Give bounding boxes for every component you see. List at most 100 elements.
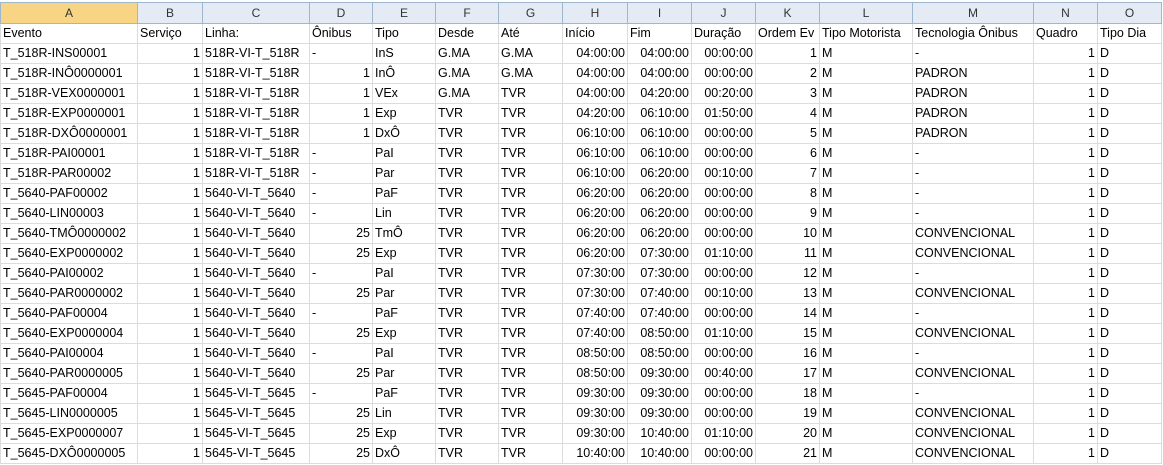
table-cell[interactable]: 5645-VI-T_5645	[202, 443, 310, 464]
table-cell[interactable]: 25	[309, 443, 373, 464]
table-cell[interactable]: PADRON	[912, 123, 1034, 144]
table-cell[interactable]: 5640-VI-T_5640	[202, 263, 310, 284]
table-cell[interactable]: 518R-VI-T_518R	[202, 43, 310, 64]
table-cell[interactable]: 09:30:00	[627, 363, 692, 384]
table-cell[interactable]: CONVENCIONAL	[912, 443, 1034, 464]
table-cell[interactable]: -	[309, 263, 373, 284]
table-cell[interactable]: -	[309, 383, 373, 404]
table-cell[interactable]: D	[1097, 363, 1162, 384]
table-cell[interactable]: 5	[755, 123, 820, 144]
table-cell[interactable]: Par	[372, 163, 436, 184]
table-cell[interactable]: 1	[1033, 343, 1098, 364]
table-cell[interactable]: 00:00:00	[691, 223, 756, 244]
table-cell[interactable]: T_518R-PAI00001	[0, 143, 138, 164]
table-cell[interactable]: T_5645-PAF00004	[0, 383, 138, 404]
table-cell[interactable]: 04:00:00	[627, 43, 692, 64]
header-cell[interactable]: Tipo Motorista	[819, 23, 913, 44]
table-cell[interactable]: CONVENCIONAL	[912, 423, 1034, 444]
table-cell[interactable]: 06:20:00	[627, 203, 692, 224]
table-cell[interactable]: TVR	[435, 383, 499, 404]
table-cell[interactable]: 1	[1033, 203, 1098, 224]
table-cell[interactable]: 1	[1033, 163, 1098, 184]
table-cell[interactable]: 04:20:00	[562, 103, 628, 124]
table-cell[interactable]: M	[819, 63, 913, 84]
column-header-h[interactable]: H	[562, 2, 628, 24]
table-cell[interactable]: TVR	[498, 423, 563, 444]
table-cell[interactable]: Exp	[372, 423, 436, 444]
table-cell[interactable]: -	[912, 343, 1034, 364]
table-cell[interactable]: 518R-VI-T_518R	[202, 63, 310, 84]
table-cell[interactable]: TVR	[498, 243, 563, 264]
table-cell[interactable]: D	[1097, 43, 1162, 64]
table-cell[interactable]: -	[912, 43, 1034, 64]
table-cell[interactable]: 19	[755, 403, 820, 424]
table-cell[interactable]: M	[819, 263, 913, 284]
table-cell[interactable]: 1	[1033, 223, 1098, 244]
table-cell[interactable]: M	[819, 203, 913, 224]
column-header-e[interactable]: E	[372, 2, 436, 24]
table-cell[interactable]: D	[1097, 63, 1162, 84]
table-cell[interactable]: 10:40:00	[562, 443, 628, 464]
column-header-j[interactable]: J	[691, 2, 756, 24]
table-cell[interactable]: 08:50:00	[562, 343, 628, 364]
table-cell[interactable]: M	[819, 183, 913, 204]
table-cell[interactable]: -	[912, 263, 1034, 284]
table-cell[interactable]: 16	[755, 343, 820, 364]
table-cell[interactable]: 5640-VI-T_5640	[202, 223, 310, 244]
table-cell[interactable]: 1	[1033, 83, 1098, 104]
table-cell[interactable]: TVR	[498, 283, 563, 304]
header-cell[interactable]: Ordem Ev	[755, 23, 820, 44]
table-cell[interactable]: 18	[755, 383, 820, 404]
table-cell[interactable]: TVR	[435, 343, 499, 364]
table-cell[interactable]: 06:10:00	[562, 163, 628, 184]
table-cell[interactable]: D	[1097, 303, 1162, 324]
table-cell[interactable]: M	[819, 103, 913, 124]
table-cell[interactable]: T_5645-LIN0000005	[0, 403, 138, 424]
table-cell[interactable]: CONVENCIONAL	[912, 403, 1034, 424]
table-cell[interactable]: 07:30:00	[562, 283, 628, 304]
table-cell[interactable]: 518R-VI-T_518R	[202, 83, 310, 104]
table-cell[interactable]: 5645-VI-T_5645	[202, 423, 310, 444]
column-header-l[interactable]: L	[819, 2, 913, 24]
table-cell[interactable]: 5645-VI-T_5645	[202, 403, 310, 424]
table-cell[interactable]: T_5640-PAR0000002	[0, 283, 138, 304]
table-cell[interactable]: M	[819, 443, 913, 464]
table-cell[interactable]: 00:10:00	[691, 163, 756, 184]
table-cell[interactable]: TVR	[498, 163, 563, 184]
table-cell[interactable]: T_518R-PAR00002	[0, 163, 138, 184]
table-cell[interactable]: M	[819, 83, 913, 104]
table-cell[interactable]: T_5640-PAI00002	[0, 263, 138, 284]
table-cell[interactable]: 08:50:00	[562, 363, 628, 384]
table-cell[interactable]: 00:00:00	[691, 343, 756, 364]
table-cell[interactable]: 07:40:00	[562, 323, 628, 344]
table-cell[interactable]: 1	[137, 303, 203, 324]
table-cell[interactable]: CONVENCIONAL	[912, 223, 1034, 244]
table-cell[interactable]: CONVENCIONAL	[912, 363, 1034, 384]
table-cell[interactable]: PaI	[372, 343, 436, 364]
table-cell[interactable]: 00:00:00	[691, 303, 756, 324]
table-cell[interactable]: 1	[137, 343, 203, 364]
table-cell[interactable]: M	[819, 163, 913, 184]
table-cell[interactable]: 25	[309, 223, 373, 244]
table-cell[interactable]: TVR	[435, 103, 499, 124]
table-cell[interactable]: 1	[137, 103, 203, 124]
table-cell[interactable]: -	[309, 163, 373, 184]
table-cell[interactable]: 25	[309, 323, 373, 344]
table-cell[interactable]: T_5645-EXP0000007	[0, 423, 138, 444]
table-cell[interactable]: M	[819, 423, 913, 444]
table-cell[interactable]: 11	[755, 243, 820, 264]
table-cell[interactable]: PaI	[372, 263, 436, 284]
table-cell[interactable]: 21	[755, 443, 820, 464]
table-cell[interactable]: 5640-VI-T_5640	[202, 303, 310, 324]
table-cell[interactable]: 518R-VI-T_518R	[202, 103, 310, 124]
table-cell[interactable]: TVR	[435, 283, 499, 304]
table-cell[interactable]: 00:20:00	[691, 83, 756, 104]
table-cell[interactable]: T_518R-VEX0000001	[0, 83, 138, 104]
table-cell[interactable]: TVR	[435, 303, 499, 324]
table-cell[interactable]: 06:20:00	[562, 243, 628, 264]
table-cell[interactable]: 00:00:00	[691, 383, 756, 404]
table-cell[interactable]: 5640-VI-T_5640	[202, 243, 310, 264]
table-cell[interactable]: M	[819, 403, 913, 424]
table-cell[interactable]: 1	[309, 103, 373, 124]
table-cell[interactable]: Par	[372, 283, 436, 304]
